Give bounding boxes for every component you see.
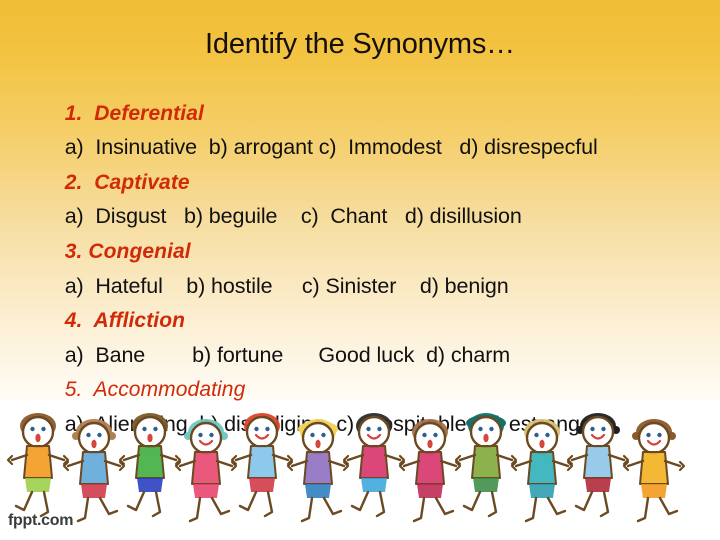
question-options-text-3: a) Hateful b) hostile c) Sinister d) ben… [64, 273, 509, 298]
question-word-label-3: 3. Congenial [64, 239, 191, 263]
question-options-text-4: a) Bane b) fortune Good luck d) charm [64, 342, 511, 367]
question-options-text-2: a) Disgust b) beguile c) Chant d) disill… [64, 204, 522, 229]
question-options-text-1: a) Insinuative b) arrogant c) Immodest d… [64, 135, 598, 160]
question-word-label-5: 5. Accommodating [64, 378, 246, 402]
page-title: Identify the Synonyms… [205, 28, 515, 60]
question-list: 1. Deferential a) Insinuative b) arrogan… [28, 61, 704, 436]
fppt-watermark: fppt.com [8, 512, 74, 529]
question-word-label-4: 4. Affliction [64, 309, 186, 333]
question-word-label-2: 2. Captivate [64, 170, 190, 194]
question-word-label-1: 1. Deferential [64, 101, 204, 125]
question-word-1: 1. Deferential [28, 61, 704, 125]
slide-canvas: Identify the Synonyms… 1. Deferential a)… [0, 0, 720, 540]
children-holding-hands-illustration [6, 413, 686, 523]
